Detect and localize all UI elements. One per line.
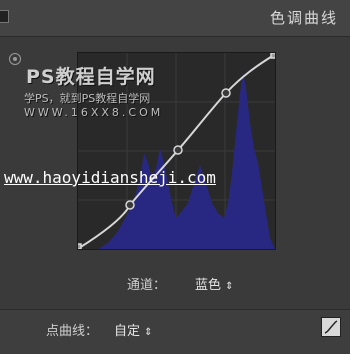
point-curve-select[interactable]: 自定 ⇕ [114,320,153,339]
watermark-brand: PS教程自学网 [26,66,156,88]
point-curve-value: 自定 [114,324,141,339]
chevron-updown-icon: ⇕ [144,327,153,338]
channel-value: 蓝色 [195,278,222,293]
channel-select[interactable]: 蓝色 ⇕ [195,274,234,293]
curve-point-3[interactable] [221,88,231,98]
collapse-icon[interactable] [0,10,9,23]
curve-endpoint-end[interactable] [270,53,275,59]
curve-endpoint-start[interactable] [78,243,82,249]
chevron-updown-icon: ⇕ [225,281,234,292]
panel-title: 色调曲线 [269,9,338,27]
watermark-tagline: 学PS，就到PS教程自学网 [24,92,151,105]
curve-point-2[interactable] [173,145,183,155]
channel-label: 通道： [127,278,167,293]
curve-point-1[interactable] [125,200,135,210]
point-curve-label: 点曲线： [46,324,99,339]
target-adjust-icon[interactable] [9,53,21,65]
panel-header[interactable]: 色调曲线 [0,0,350,37]
watermark-site-url: www.haoyidiansheji.com [4,168,216,187]
edit-curve-icon [324,320,338,334]
watermark-site-short: WWW.16XX8.COM [24,106,164,119]
edit-curve-button[interactable] [321,317,341,337]
